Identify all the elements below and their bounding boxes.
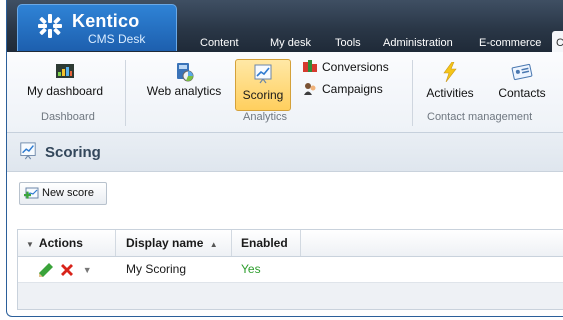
web-analytics-button[interactable]: Web analytics (139, 62, 229, 98)
analytics-group-caption: Analytics (243, 111, 288, 123)
row-actions: ▼ (38, 262, 92, 278)
page-action-bar: New score (7, 172, 563, 212)
scores-grid: ▼ Actions Display name ▲ Enabled ▼ My Sc… (17, 229, 563, 310)
display-name-column-header[interactable]: Display name ▲ (126, 230, 218, 256)
nav-e-commerce[interactable]: E-commerce (479, 37, 541, 49)
column-divider (115, 230, 116, 256)
display-name-header-label: Display name (126, 236, 204, 250)
contacts-label: Contacts (498, 86, 546, 100)
contact-management-group-caption: Contact management (427, 111, 533, 123)
delete-icon[interactable] (59, 262, 75, 278)
more-actions-chevron-icon[interactable]: ▼ (83, 265, 92, 275)
ribbon-separator (412, 60, 413, 126)
conversions-label: Conversions (322, 60, 389, 74)
scoring-button[interactable]: Scoring (235, 59, 291, 111)
new-score-label: New score (42, 187, 94, 199)
enabled-header-label: Enabled (241, 236, 288, 250)
contacts-button[interactable]: Contacts (493, 62, 551, 100)
edit-icon[interactable] (38, 262, 54, 278)
grid-header: ▼ Actions Display name ▲ Enabled (18, 230, 563, 257)
nav-tools[interactable]: Tools (335, 37, 361, 49)
dashboard-icon (56, 64, 74, 78)
new-score-icon (24, 187, 39, 199)
app-window: Kentico CMS Desk Content My desk Tools A… (6, 0, 563, 317)
campaigns-label: Campaigns (322, 82, 383, 96)
kentico-logo[interactable]: Kentico CMS Desk (17, 4, 177, 51)
my-dashboard-label: My dashboard (26, 84, 104, 98)
nav-content[interactable]: Content (200, 37, 239, 49)
column-divider (300, 230, 301, 256)
grid-footer (18, 283, 563, 309)
activities-icon (443, 62, 457, 82)
my-dashboard-button[interactable]: My dashboard (17, 62, 113, 98)
dashboard-group-caption: Dashboard (41, 111, 95, 123)
activities-label: Activities (426, 86, 474, 100)
campaigns-icon (304, 83, 316, 95)
new-score-button[interactable]: New score (19, 182, 107, 205)
brand-name: Kentico (72, 11, 140, 31)
actions-header-label: Actions (38, 236, 83, 250)
ribbon-toolbar: My dashboard Dashboard Web analytics Sco… (7, 52, 563, 133)
web-analytics-icon (177, 63, 194, 82)
actions-column-header[interactable]: ▼ Actions (26, 230, 83, 256)
sort-ascending-icon: ▲ (209, 240, 218, 249)
activities-button[interactable]: Activities (421, 62, 479, 100)
conversions-icon (303, 60, 317, 72)
nav-active-tab[interactable]: C (552, 31, 563, 52)
page-title: Scoring (45, 144, 101, 161)
enabled-column-header[interactable]: Enabled (241, 230, 288, 256)
web-analytics-label: Web analytics (146, 84, 222, 98)
scoring-label: Scoring (242, 88, 284, 102)
column-divider (231, 230, 232, 256)
row-display-name: My Scoring (126, 262, 187, 276)
nav-my-desk[interactable]: My desk (270, 37, 311, 49)
nav-administration[interactable]: Administration (383, 37, 453, 49)
scoring-icon (254, 64, 272, 84)
row-enabled-status: Yes (241, 262, 261, 276)
app-header: Kentico CMS Desk Content My desk Tools A… (7, 0, 563, 52)
contacts-icon (511, 63, 533, 81)
brand-subtitle: CMS Desk (88, 32, 146, 46)
chevron-down-icon[interactable]: ▼ (26, 240, 34, 249)
page-titlebar: Scoring (7, 133, 563, 172)
scoring-title-icon (20, 142, 36, 160)
kentico-logo-icon (38, 14, 62, 38)
table-row[interactable]: ▼ My Scoring Yes (18, 257, 563, 283)
ribbon-separator (125, 60, 126, 126)
